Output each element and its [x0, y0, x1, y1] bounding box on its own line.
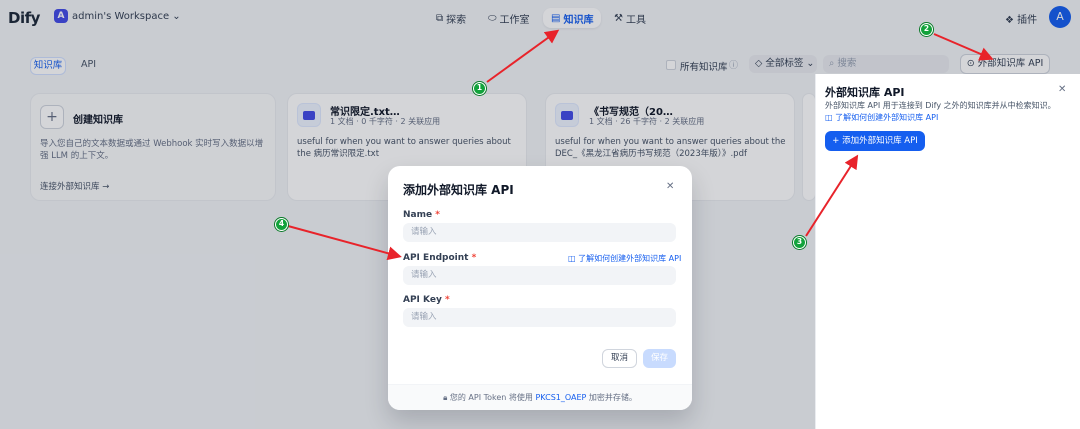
step-marker-3: 3	[793, 236, 806, 249]
step-marker-4: 4	[275, 218, 288, 231]
step-marker-1: 1	[473, 82, 486, 95]
arrow-4	[287, 225, 402, 261]
step-marker-2: 2	[920, 23, 933, 36]
arrow-3	[805, 154, 859, 237]
arrow-2	[933, 33, 994, 61]
annotation-arrows	[287, 29, 994, 261]
arrow-1	[486, 29, 560, 83]
